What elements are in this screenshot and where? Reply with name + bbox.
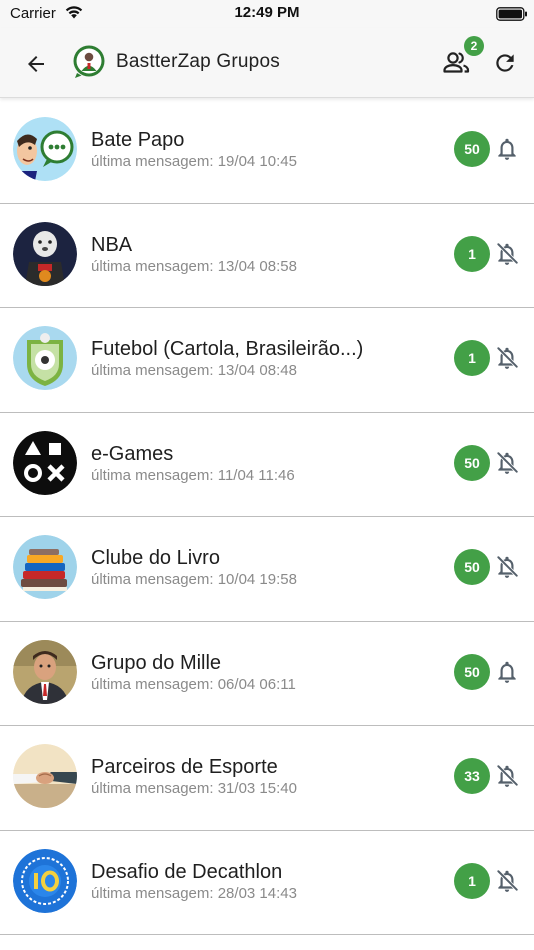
group-last-message: última mensagem: 28/03 14:43 [91,884,297,902]
group-last-message: última mensagem: 19/04 10:45 [91,153,297,170]
bell-icon[interactable] [494,659,520,685]
group-name: e-Games [91,442,174,465]
app-logo-icon [73,45,105,78]
group-last-message: última mensagem: 13/04 08:48 [91,362,297,379]
status-time: 12:49 PM [234,4,300,21]
bell-off-icon[interactable] [494,868,520,894]
group-row[interactable]: Desafio de Decathlon última mensagem: 28… [0,831,534,935]
group-name: Futebol (Cartola, Brasileirão...) [91,338,364,360]
group-name: NBA [91,233,133,256]
group-list: Bate Papo última mensagem: 19/04 10:45 5… [0,99,534,935]
group-last-message: última mensagem: 31/03 15:40 [91,780,297,797]
bell-off-icon[interactable] [494,554,520,580]
group-row[interactable]: Parceiros de Esporte última mensagem: 31… [0,726,534,831]
bell-icon[interactable] [494,136,520,162]
group-last-message: última mensagem: 13/04 08:58 [91,257,297,275]
group-name: Grupo do Mille [91,651,222,674]
unread-count-badge: 33 [454,758,490,794]
group-avatar-nba [13,221,77,286]
bell-off-icon[interactable] [494,345,520,371]
refresh-button[interactable] [488,46,522,80]
refresh-icon [496,54,514,72]
group-last-message: última mensagem: 10/04 19:58 [91,571,297,588]
group-row[interactable]: Grupo do Mille última mensagem: 06/04 06… [0,622,534,726]
group-avatar-egames [13,430,77,495]
group-avatar-person [13,639,77,704]
group-avatar-books [13,535,77,599]
bell-off-icon[interactable] [494,241,520,267]
group-last-message: última mensagem: 06/04 06:11 [91,675,296,693]
bell-off-icon[interactable] [494,450,520,476]
bell-off-icon[interactable] [494,763,520,789]
group-avatar-handshake [13,744,77,808]
group-avatar-chat [13,117,77,181]
unread-count-badge: 1 [454,862,490,899]
group-row[interactable]: Futebol (Cartola, Brasileirão...) última… [0,308,534,413]
group-row[interactable]: Bate Papo última mensagem: 19/04 10:45 5… [0,99,534,204]
status-bar: Carrier 12:49 PM [0,0,534,28]
page-title: BastterZap Grupos [116,51,280,72]
group-name: Clube do Livro [91,547,220,569]
back-button[interactable] [20,48,52,80]
battery-icon [496,7,527,21]
group-row[interactable]: e-Games última mensagem: 11/04 11:46 50 [0,413,534,517]
group-name: Parceiros de Esporte [91,756,278,778]
unread-count-badge: 50 [454,444,490,481]
members-badge: 2 [464,36,484,56]
group-last-message: última mensagem: 11/04 11:46 [91,466,295,484]
group-avatar-decathlon [13,848,77,913]
group-avatar-futebol [13,326,77,390]
app-bar: BastterZap Grupos 2 [0,28,534,98]
unread-count-badge: 1 [454,235,490,272]
arrow-left-icon [28,56,44,72]
unread-count-badge: 50 [454,131,490,167]
group-row[interactable]: NBA última mensagem: 13/04 08:58 1 [0,204,534,308]
unread-count-badge: 50 [454,549,490,585]
group-name: Bate Papo [91,129,185,151]
unread-count-badge: 1 [454,340,490,376]
group-row[interactable]: Clube do Livro última mensagem: 10/04 19… [0,517,534,622]
unread-count-badge: 50 [454,653,490,690]
group-name: Desafio de Decathlon [91,860,283,883]
